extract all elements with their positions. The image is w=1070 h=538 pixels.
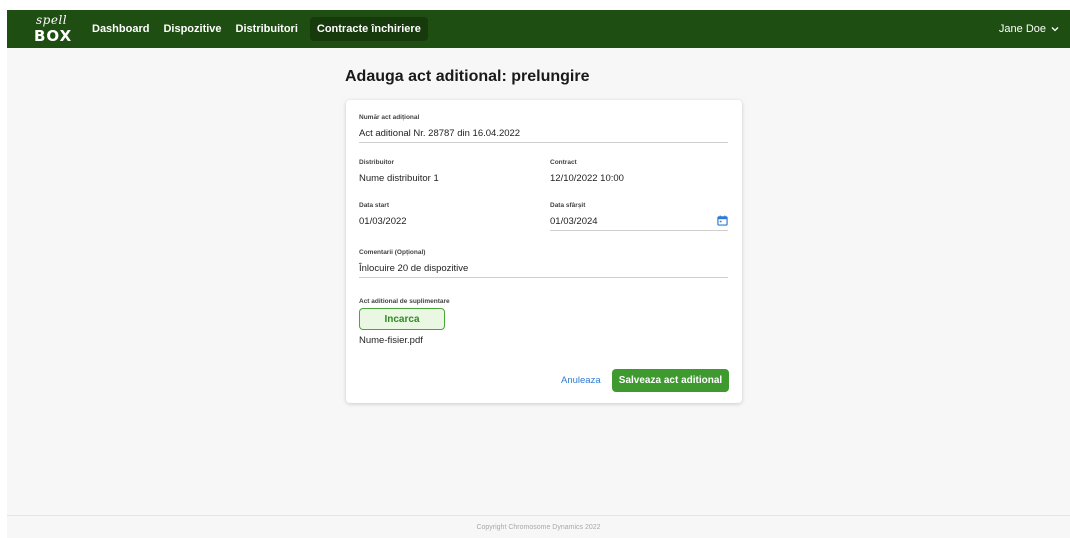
distribuitor-value: Nume distribuitor 1 (359, 173, 439, 184)
data-sfarsit-value: 01/03/2024 (550, 216, 598, 227)
footer-copyright: Copyright Chromosome Dynamics 2022 (476, 524, 601, 531)
upload-button[interactable]: Incarca (359, 308, 445, 330)
nav-menu: Dashboard Dispozitive Distribuitori Cont… (85, 17, 428, 41)
save-addendum-button[interactable]: Salveaza act aditional (612, 369, 729, 392)
comentarii-value: Înlocuire 20 de dispozitive (359, 263, 469, 274)
app-frame: spell BOX Dashboard Dispozitive Distribu… (7, 10, 1070, 538)
distribuitor-label: Distribuitor (359, 159, 395, 166)
chevron-down-icon (1051, 27, 1059, 32)
data-sfarsit-label: Data sfârșit (550, 202, 586, 209)
distribuitor-field: Distribuitor Nume distribuitor 1 (359, 159, 539, 184)
comentarii-field[interactable]: Comentarii (Opțional) Înlocuire 20 de di… (359, 249, 728, 278)
top-navbar: spell BOX Dashboard Dispozitive Distribu… (7, 10, 1070, 48)
logo-box-text: BOX (34, 27, 73, 45)
footer: Copyright Chromosome Dynamics 2022 (7, 515, 1070, 538)
numar-act-value: Act aditional Nr. 28787 din 16.04.2022 (359, 128, 521, 139)
nav-item-distribuitori[interactable]: Distribuitori (229, 17, 305, 41)
nav-item-dashboard[interactable]: Dashboard (85, 17, 156, 41)
nav-item-dispozitive[interactable]: Dispozitive (156, 17, 228, 41)
nav-item-contracte-inchiriere[interactable]: Contracte închiriere (309, 17, 428, 41)
comentarii-label: Comentarii (Opțional) (359, 249, 426, 256)
calendar-icon[interactable] (717, 215, 728, 226)
numar-act-label: Număr act adițional (359, 114, 420, 121)
page-title: Adauga act aditional: prelungire (345, 68, 590, 85)
cancel-link[interactable]: Anuleaza (561, 375, 601, 386)
act-suplimentare-field: Act aditional de suplimentare (359, 298, 539, 305)
user-menu[interactable]: Jane Doe (999, 10, 1060, 48)
spellbox-logo[interactable]: spell BOX (31, 10, 91, 48)
contract-label: Contract (550, 159, 577, 166)
addendum-form-card: Număr act adițional Act aditional Nr. 28… (346, 100, 742, 403)
contract-value: 12/10/2022 10:00 (550, 173, 624, 184)
data-start-field: Data start 01/03/2022 (359, 202, 539, 227)
data-sfarsit-field[interactable]: Data sfârșit 01/03/2024 (550, 202, 728, 231)
act-suplimentare-label: Act aditional de suplimentare (359, 298, 450, 305)
data-start-value: 01/03/2022 (359, 216, 407, 227)
uploaded-file-name: Nume-fisier.pdf (359, 335, 423, 346)
user-name: Jane Doe (998, 23, 1046, 35)
data-start-label: Data start (359, 202, 389, 209)
contract-field: Contract 12/10/2022 10:00 (550, 159, 730, 184)
logo-spell-text: spell (36, 13, 68, 27)
numar-act-field[interactable]: Număr act adițional Act aditional Nr. 28… (359, 114, 728, 143)
